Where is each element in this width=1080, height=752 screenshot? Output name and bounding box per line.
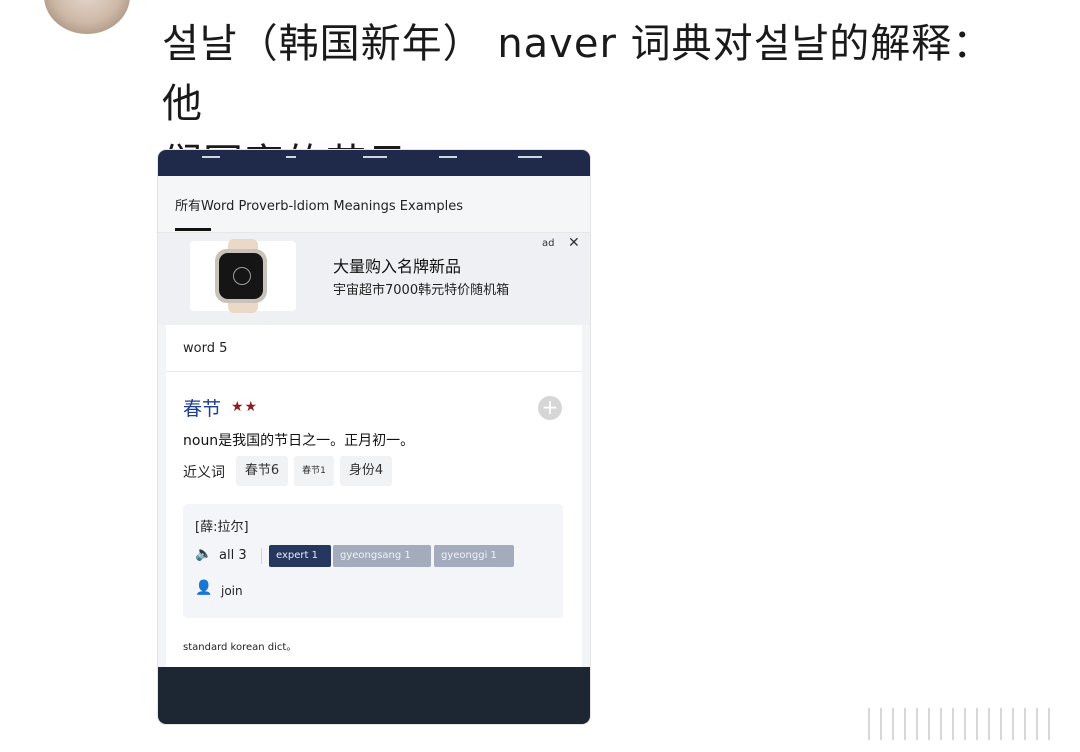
watermark bbox=[860, 708, 1070, 742]
divider bbox=[261, 548, 262, 564]
bookmark-icon[interactable] bbox=[518, 150, 542, 158]
dictionary-screenshot: 所有Word Proverb-ldiom Meanings Examples 大… bbox=[158, 150, 590, 724]
search-icon[interactable] bbox=[202, 150, 220, 158]
source-dictionary[interactable]: standard korean dict。 bbox=[183, 638, 296, 653]
tab-labels[interactable]: 所有Word Proverb-ldiom Meanings Examples bbox=[175, 195, 463, 214]
watch-face bbox=[219, 253, 263, 299]
menu-icon[interactable] bbox=[439, 150, 457, 158]
ad-banner[interactable]: 大量购入名牌新品 宇宙超市7000韩元特价随机箱 ad ✕ bbox=[158, 233, 590, 325]
word-count: word 5 bbox=[183, 341, 228, 356]
bottom-bar bbox=[158, 667, 590, 724]
audio-all-count[interactable]: all 3 bbox=[219, 548, 247, 563]
person-join-icon[interactable]: 👤 bbox=[195, 580, 212, 596]
top-nav-bar bbox=[158, 150, 590, 176]
ad-subline[interactable]: 宇宙超市7000韩元特价随机箱 bbox=[333, 279, 509, 298]
ad-headline[interactable]: 大量购入名牌新品 bbox=[333, 253, 461, 277]
ad-tag: ad bbox=[542, 238, 555, 249]
avatar[interactable] bbox=[44, 0, 130, 34]
audio-badge-gyeonggi[interactable]: gyeonggi 1 bbox=[434, 545, 514, 567]
join-link[interactable]: join bbox=[221, 584, 243, 598]
add-to-wordbook-button[interactable]: + bbox=[538, 396, 562, 420]
synonyms-label: 近义词 bbox=[183, 465, 225, 481]
post-title-line-1: 설날（韩国新年） naver 词典对설날的解释： 他 bbox=[162, 21, 994, 127]
location-icon[interactable] bbox=[286, 150, 296, 158]
search-tabs: 所有Word Proverb-ldiom Meanings Examples bbox=[158, 176, 590, 233]
headword[interactable]: 春节 bbox=[183, 394, 221, 421]
home-icon[interactable] bbox=[363, 150, 387, 158]
synonym-chip[interactable]: 春节6 bbox=[236, 456, 288, 486]
synonym-chip[interactable]: 春节1 bbox=[294, 456, 334, 486]
dictionary-entry: 春节 ★★ + noun是我国的节日之一。正月初一。 近义词 春节6 春节1 身… bbox=[166, 372, 582, 668]
audio-badge-gyeongsang[interactable]: gyeongsang 1 bbox=[333, 545, 431, 567]
word-section-header: word 5 bbox=[166, 325, 582, 372]
definition: noun是我国的节日之一。正月初一。 bbox=[183, 433, 415, 449]
ad-product-image[interactable] bbox=[190, 239, 296, 313]
active-tab-indicator bbox=[175, 228, 211, 231]
speaker-icon[interactable]: 🔈 bbox=[195, 546, 212, 562]
pronunciation-panel: [薛:拉尔] 🔈 all 3 expert 1 gyeongsang 1 gye… bbox=[183, 504, 563, 618]
synonym-chip[interactable]: 身份4 bbox=[340, 456, 392, 486]
close-icon[interactable]: ✕ bbox=[568, 235, 580, 251]
importance-stars: ★★ bbox=[231, 399, 259, 415]
pronunciation-text: [薛:拉尔] bbox=[195, 520, 249, 535]
audio-badge-expert[interactable]: expert 1 bbox=[269, 545, 331, 567]
